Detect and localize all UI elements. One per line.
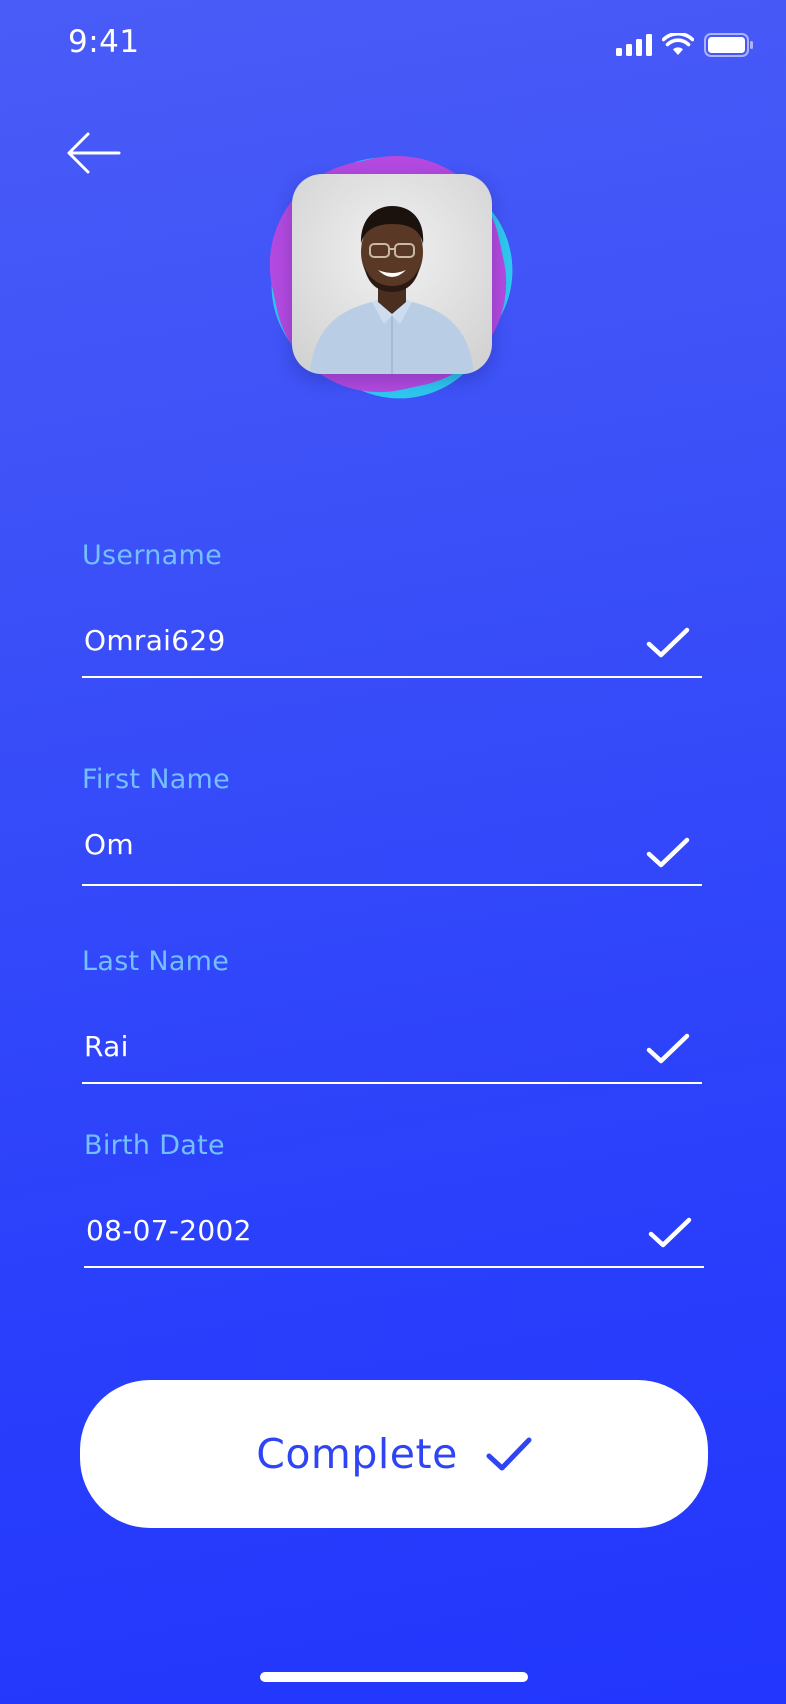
- username-field[interactable]: Username Omrai629: [82, 540, 702, 680]
- last-name-field[interactable]: Last Name Rai: [82, 946, 702, 1086]
- battery-icon: [704, 33, 753, 57]
- birth-date-value[interactable]: 08-07-2002: [86, 1214, 252, 1247]
- check-icon: [646, 1033, 690, 1064]
- status-bar: 9:41: [0, 0, 786, 90]
- complete-button[interactable]: Complete: [80, 1380, 708, 1528]
- birth-date-field[interactable]: Birth Date 08-07-2002: [84, 1130, 704, 1270]
- profile-setup-screen: 9:41 Username Omrai629 First Name Om Las…: [0, 0, 786, 1704]
- check-icon: [646, 837, 690, 868]
- signal-icon: [616, 34, 652, 56]
- back-button[interactable]: [66, 130, 126, 176]
- birth-date-label: Birth Date: [84, 1130, 225, 1161]
- check-icon: [646, 627, 690, 658]
- username-label: Username: [82, 540, 223, 571]
- profile-photo: [292, 174, 492, 374]
- first-name-label: First Name: [82, 764, 231, 795]
- first-name-value[interactable]: Om: [84, 828, 134, 861]
- arrow-left-icon: [67, 132, 121, 174]
- home-indicator[interactable]: [260, 1672, 528, 1682]
- username-underline: [82, 676, 702, 678]
- last-name-label: Last Name: [82, 946, 230, 977]
- username-value[interactable]: Omrai629: [84, 624, 226, 657]
- avatar[interactable]: [237, 123, 547, 433]
- check-icon: [486, 1437, 532, 1471]
- person-illustration: [310, 206, 474, 374]
- last-name-underline: [82, 1082, 702, 1084]
- check-icon: [648, 1217, 692, 1248]
- first-name-underline: [82, 884, 702, 886]
- first-name-field[interactable]: First Name Om: [82, 764, 702, 888]
- complete-label: Complete: [256, 1430, 458, 1478]
- status-time: 9:41: [68, 24, 140, 60]
- last-name-value[interactable]: Rai: [84, 1030, 129, 1063]
- birth-date-underline: [84, 1266, 704, 1268]
- wifi-icon: [662, 33, 694, 55]
- status-icons: [616, 33, 754, 57]
